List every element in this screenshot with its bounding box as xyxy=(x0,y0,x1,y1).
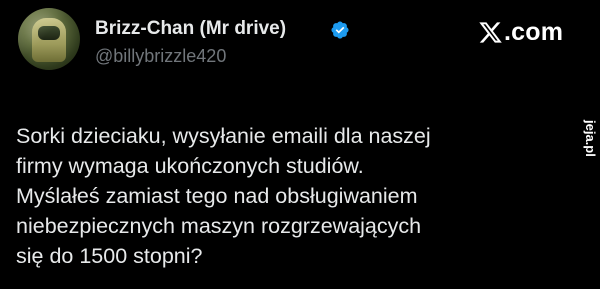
display-name[interactable]: Brizz-Chan (Mr drive) xyxy=(95,18,286,40)
x-brand: .com xyxy=(478,16,563,48)
tweet-line: firmy wymaga ukończonych studiów. xyxy=(16,154,364,178)
tweet-line: Myślałeś zamiast tego nad obsługiwaniem xyxy=(16,184,418,208)
tweet-line: niebezpiecznych maszyn rozgrzewających xyxy=(16,214,422,238)
tweet-line: się do 1500 stopni? xyxy=(16,244,203,268)
avatar-glare xyxy=(18,8,80,70)
user-handle[interactable]: @billybrizzle420 xyxy=(95,46,226,67)
tweet-line: Sorki dzieciaku, wysyłanie emaili dla na… xyxy=(16,124,431,148)
watermark-text: jeja.pl xyxy=(583,119,598,157)
verified-badge-icon xyxy=(331,21,349,39)
avatar[interactable] xyxy=(18,8,80,70)
tweet-text: Sorki dzieciaku, wysyłanie emaili dla na… xyxy=(16,121,551,271)
jeja-watermark-logo-icon: jeja.pl xyxy=(583,119,598,157)
brand-domain-text: .com xyxy=(504,17,564,46)
x-logo-icon xyxy=(479,21,502,43)
